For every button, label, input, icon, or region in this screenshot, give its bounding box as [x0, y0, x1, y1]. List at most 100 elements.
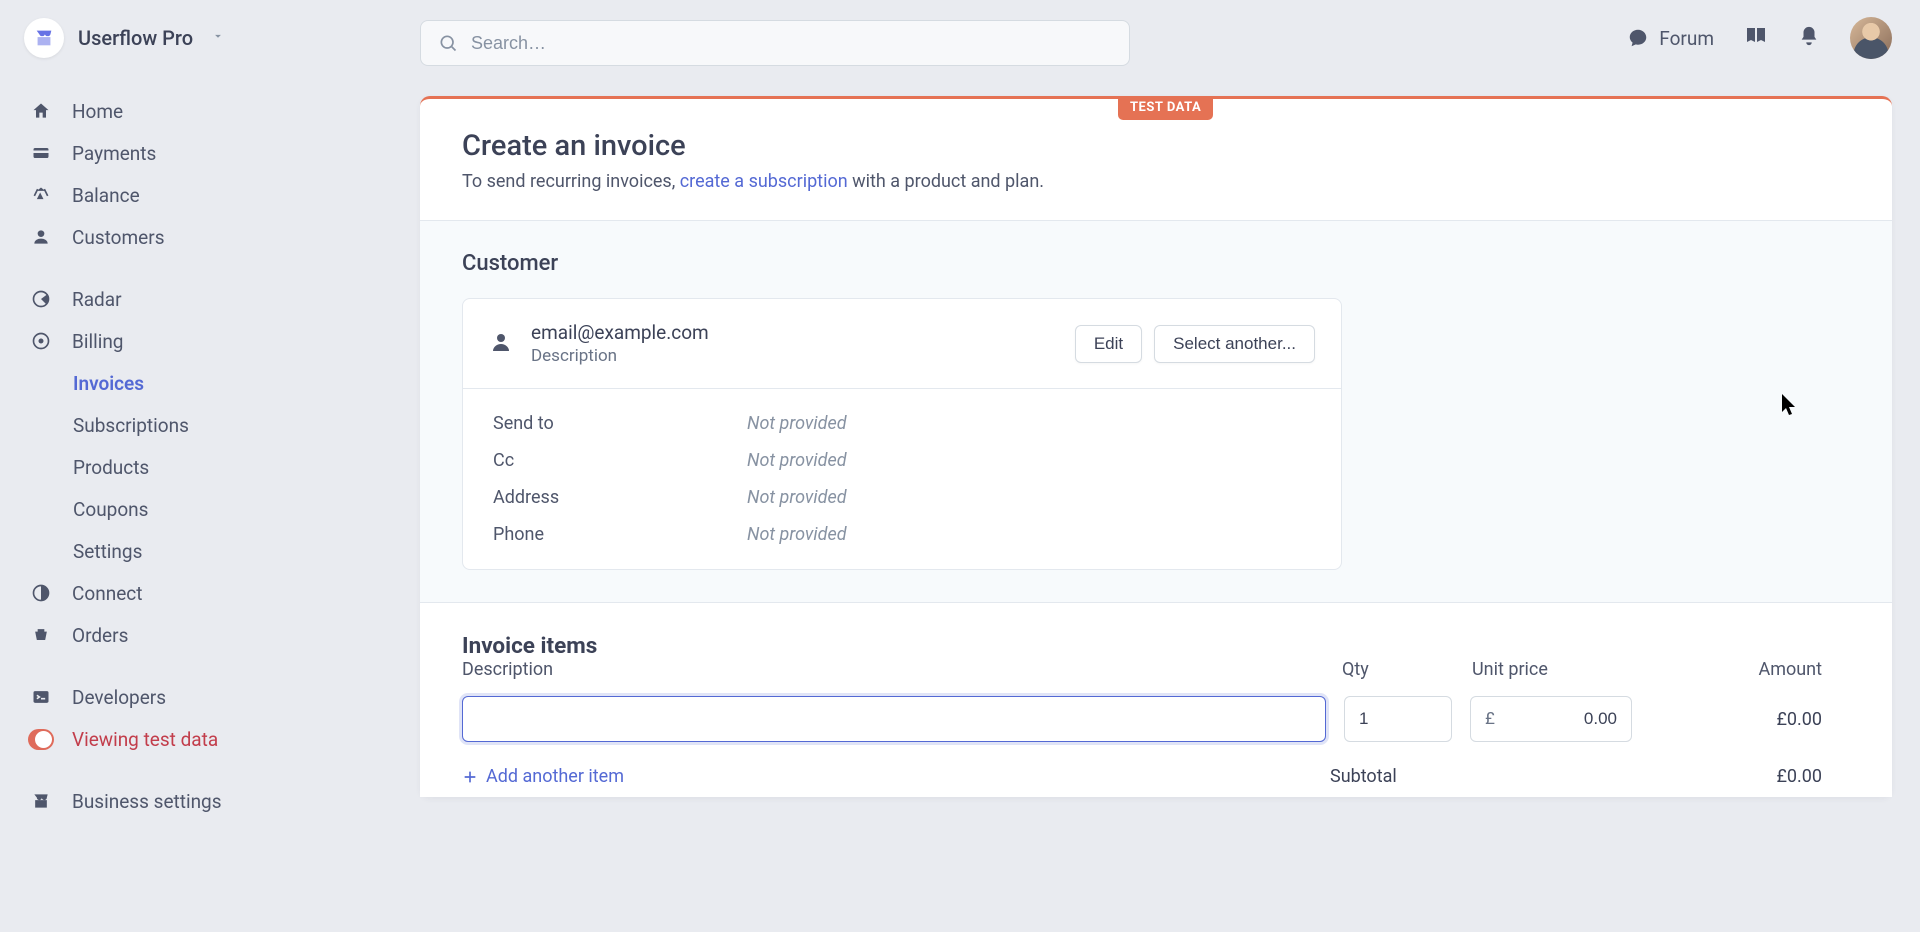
- sidebar-item-settings[interactable]: Settings: [28, 530, 390, 572]
- invoice-items-heading: Invoice items: [462, 633, 1850, 659]
- create-subscription-link[interactable]: create a subscription: [680, 171, 848, 192]
- sidebar-item-label: Viewing test data: [72, 728, 218, 751]
- invoice-items-section: Invoice items Description Qty Unit price…: [420, 603, 1892, 797]
- sidebar-item-label: Products: [73, 456, 149, 479]
- select-another-button[interactable]: Select another...: [1154, 325, 1315, 363]
- sidebar-item-customers[interactable]: Customers: [28, 216, 390, 258]
- test-data-badge: TEST DATA: [1118, 96, 1213, 120]
- terminal-icon: [28, 687, 54, 707]
- orders-icon: [28, 625, 54, 645]
- sidebar-item-label: Orders: [72, 624, 128, 647]
- subtitle-post: with a product and plan.: [848, 171, 1044, 192]
- page-subtitle: To send recurring invoices, create a sub…: [462, 171, 1850, 192]
- add-item-label: Add another item: [486, 766, 624, 787]
- toggle-icon: [28, 729, 54, 750]
- avatar[interactable]: [1850, 17, 1892, 59]
- sidebar-item-orders[interactable]: Orders: [28, 614, 390, 656]
- sidebar-item-payments[interactable]: Payments: [28, 132, 390, 174]
- sidebar-item-coupons[interactable]: Coupons: [28, 488, 390, 530]
- top-right: Forum: [1627, 0, 1892, 76]
- subtotal-label: Subtotal: [1330, 766, 1530, 787]
- sidebar-item-label: Radar: [72, 288, 122, 311]
- bell-icon[interactable]: [1798, 25, 1820, 51]
- sidebar-item-label: Balance: [72, 184, 140, 207]
- detail-label: Cc: [493, 450, 747, 471]
- detail-row-phone: Phone Not provided: [493, 524, 1311, 545]
- plus-icon: [462, 769, 478, 785]
- edit-customer-button[interactable]: Edit: [1075, 325, 1142, 363]
- detail-value: Not provided: [747, 487, 847, 508]
- sidebar-item-balance[interactable]: Balance: [28, 174, 390, 216]
- sidebar-item-products[interactable]: Products: [28, 446, 390, 488]
- sidebar-item-connect[interactable]: Connect: [28, 572, 390, 614]
- item-description-input[interactable]: [462, 696, 1326, 742]
- detail-value: Not provided: [747, 524, 847, 545]
- store-small-icon: [28, 791, 54, 811]
- detail-row-sendto: Send to Not provided: [493, 413, 1311, 434]
- page-title: Create an invoice: [462, 129, 1850, 163]
- customer-actions: Edit Select another...: [1075, 325, 1315, 363]
- add-item-button[interactable]: Add another item: [462, 766, 624, 787]
- forum-link[interactable]: Forum: [1627, 27, 1714, 50]
- workspace-switcher[interactable]: Userflow Pro: [24, 18, 225, 58]
- customer-info: email@example.com Description: [531, 321, 1075, 366]
- detail-label: Phone: [493, 524, 747, 545]
- subtotal-value: £0.00: [1530, 766, 1850, 787]
- sidebar-item-label: Coupons: [73, 498, 148, 521]
- detail-value: Not provided: [747, 413, 847, 434]
- sidebar-item-label: Home: [72, 100, 123, 123]
- main-card: TEST DATA Create an invoice To send recu…: [420, 96, 1892, 797]
- sidebar-item-developers[interactable]: Developers: [28, 676, 390, 718]
- detail-label: Address: [493, 487, 747, 508]
- sidebar-item-label: Billing: [72, 330, 123, 353]
- customers-icon: [28, 227, 54, 247]
- col-description: Description: [462, 659, 1342, 680]
- invoice-item-row: £ £0.00: [462, 696, 1850, 742]
- person-icon: [489, 330, 513, 358]
- detail-row-cc: Cc Not provided: [493, 450, 1311, 471]
- sidebar-item-label: Payments: [72, 142, 156, 165]
- customer-heading: Customer: [462, 251, 1850, 276]
- sidebar-item-label: Business settings: [72, 790, 222, 813]
- sidebar-item-invoices[interactable]: Invoices: [28, 362, 390, 404]
- item-amount: £0.00: [1650, 709, 1850, 730]
- sidebar-item-radar[interactable]: Radar: [28, 278, 390, 320]
- customer-card-header: email@example.com Description Edit Selec…: [463, 299, 1341, 389]
- search-wrap: [420, 20, 1130, 66]
- sidebar-item-test-data[interactable]: Viewing test data: [28, 718, 390, 760]
- currency-symbol: £: [1485, 709, 1495, 729]
- search-icon: [438, 33, 458, 57]
- billing-icon: [28, 331, 54, 351]
- customer-email: email@example.com: [531, 321, 1075, 344]
- brand-logo: [24, 18, 64, 58]
- home-icon: [28, 101, 54, 121]
- chevron-down-icon: [211, 29, 225, 47]
- topbar: Userflow Pro Forum: [0, 0, 1920, 76]
- radar-icon: [28, 289, 54, 309]
- search-input[interactable]: [420, 20, 1130, 66]
- docs-icon[interactable]: [1744, 24, 1768, 52]
- sidebar-item-label: Developers: [72, 686, 166, 709]
- connect-icon: [28, 583, 54, 603]
- detail-row-address: Address Not provided: [493, 487, 1311, 508]
- customer-card: email@example.com Description Edit Selec…: [462, 298, 1342, 570]
- item-price-input-wrap[interactable]: £: [1470, 696, 1632, 742]
- item-qty-input[interactable]: [1344, 696, 1452, 742]
- col-amount: Amount: [1662, 659, 1850, 680]
- sidebar-item-subscriptions[interactable]: Subscriptions: [28, 404, 390, 446]
- sidebar-item-home[interactable]: Home: [28, 90, 390, 132]
- brand-name: Userflow Pro: [78, 26, 193, 50]
- sidebar-item-business-settings[interactable]: Business settings: [28, 780, 390, 822]
- sidebar-item-billing[interactable]: Billing: [28, 320, 390, 362]
- subtitle-pre: To send recurring invoices,: [462, 171, 680, 192]
- detail-value: Not provided: [747, 450, 847, 471]
- sidebar-item-label: Settings: [73, 540, 142, 563]
- store-icon: [33, 27, 55, 49]
- sidebar-item-label: Customers: [72, 226, 165, 249]
- forum-label: Forum: [1659, 27, 1714, 50]
- sidebar-item-label: Subscriptions: [73, 414, 189, 437]
- customer-details: Send to Not provided Cc Not provided Add…: [463, 389, 1341, 569]
- item-price-input[interactable]: [1495, 709, 1617, 729]
- chat-icon: [1627, 27, 1649, 49]
- items-columns: Description Qty Unit price Amount: [462, 659, 1850, 680]
